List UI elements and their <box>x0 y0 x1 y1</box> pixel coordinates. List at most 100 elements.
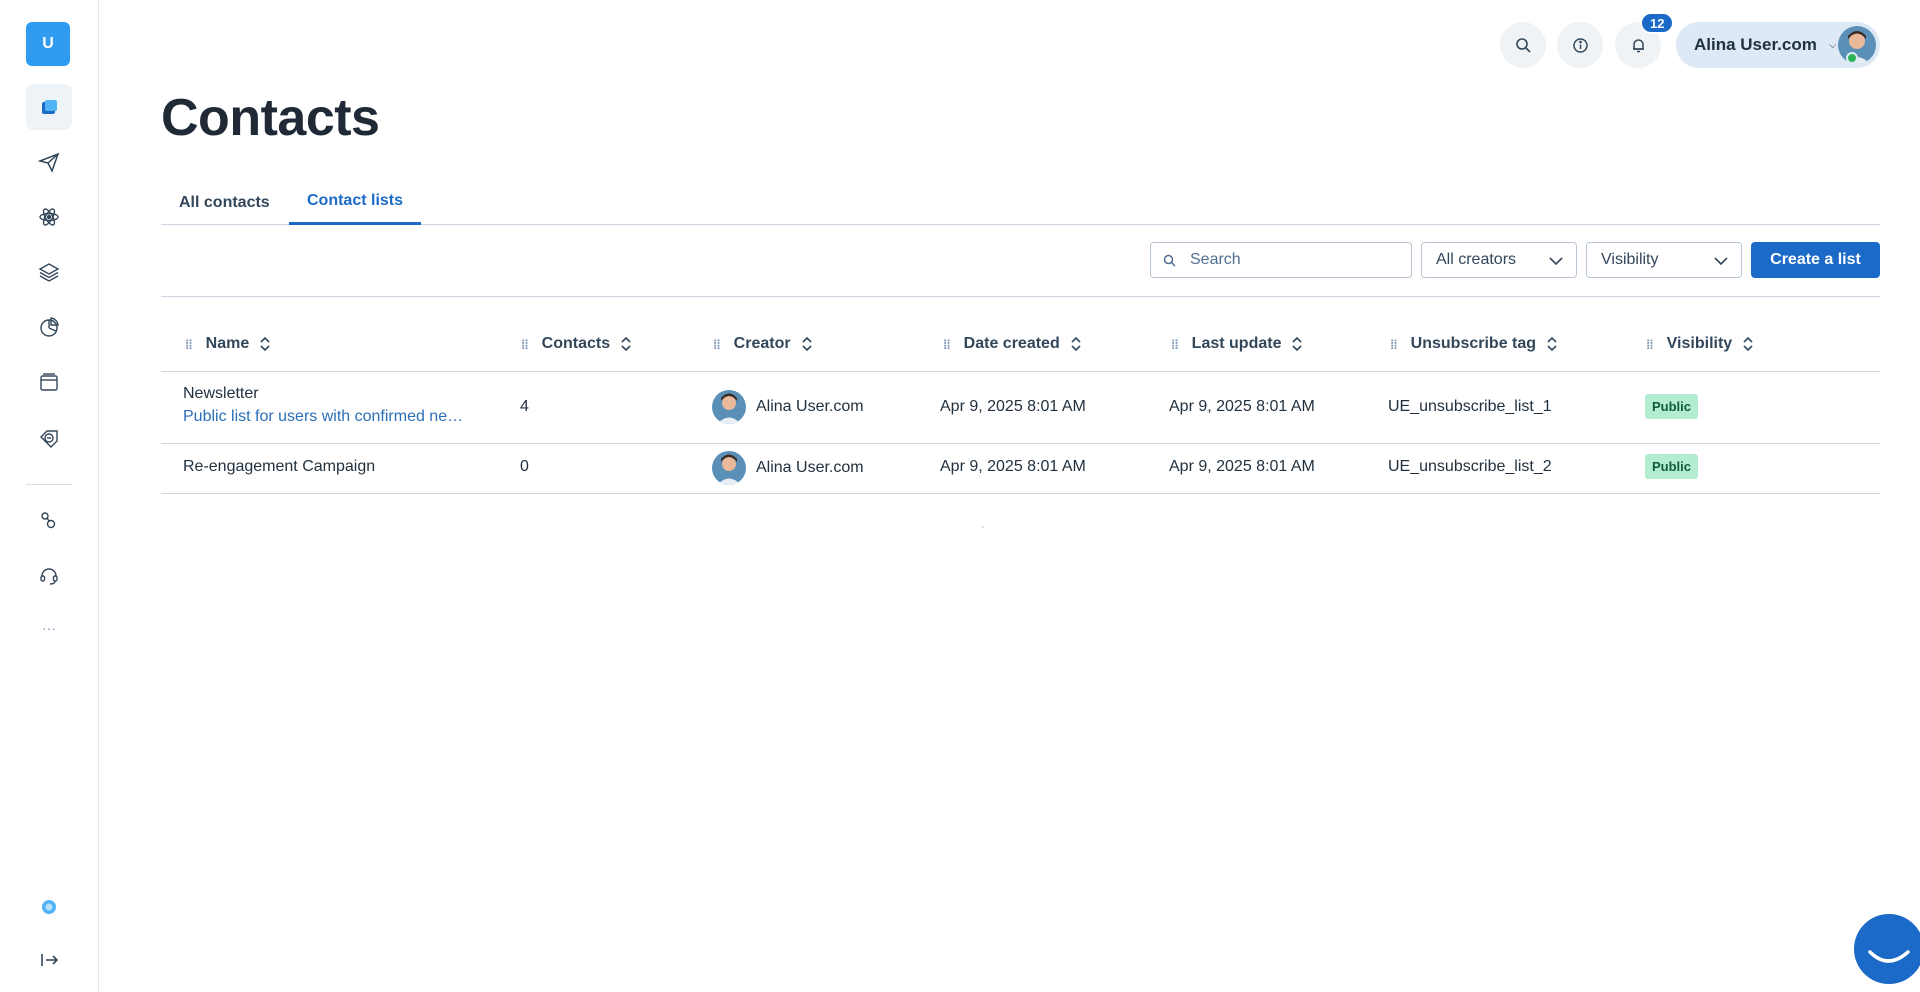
table-row[interactable]: Newsletter Public list for users with co… <box>161 372 1880 444</box>
sidebar: U ··· <box>0 0 99 992</box>
info-icon <box>1572 37 1588 53</box>
column-label: Contacts <box>541 335 611 352</box>
creator-name: Alina User.com <box>756 398 864 415</box>
drag-handle-icon[interactable]: ⁞⁞ <box>713 337 721 352</box>
column-label: Last update <box>1191 335 1282 352</box>
search-input[interactable] <box>1190 251 1400 269</box>
drag-handle-icon[interactable]: ⁞⁞ <box>1390 337 1398 352</box>
column-header-creator[interactable]: ⁞⁞ Creator <box>713 316 813 372</box>
column-header-name[interactable]: ⁞⁞ Name <box>185 316 271 372</box>
visibility-filter-dropdown[interactable]: Visibility <box>1586 242 1742 278</box>
user-name: Alina User.com <box>1694 35 1817 54</box>
column-label: Date created <box>963 335 1060 352</box>
search-field[interactable] <box>1150 242 1412 278</box>
notification-count-badge: 12 <box>1640 12 1675 34</box>
window-icon <box>40 373 58 391</box>
sidebar-item-campaigns[interactable] <box>26 139 72 185</box>
tab-all-contacts[interactable]: All contacts <box>161 180 288 225</box>
sidebar-item-pages[interactable] <box>26 359 72 405</box>
create-list-button[interactable]: Create a list <box>1751 242 1880 278</box>
unsubscribe-tag: UE_unsubscribe_list_2 <box>1388 458 1552 475</box>
list-name-link[interactable]: Newsletter <box>183 385 259 403</box>
creators-filter-label: All creators <box>1436 251 1517 268</box>
column-label: Unsubscribe tag <box>1410 335 1537 352</box>
headset-icon <box>40 568 58 585</box>
sort-icon[interactable] <box>801 335 813 353</box>
chat-icon <box>1868 950 1910 963</box>
sort-icon[interactable] <box>1546 335 1558 353</box>
column-header-unsubscribe-tag[interactable]: ⁞⁞ Unsubscribe tag <box>1390 316 1558 372</box>
sort-icon[interactable] <box>1742 335 1754 353</box>
visibility-filter-label: Visibility <box>1601 251 1659 268</box>
loading-indicator <box>982 526 984 528</box>
bell-icon <box>1632 38 1644 52</box>
sidebar-item-help[interactable] <box>26 884 72 930</box>
sidebar-item-support[interactable] <box>26 552 72 598</box>
status-badge: Public <box>1645 454 1699 479</box>
layers-icon <box>38 263 60 282</box>
chevron-down-icon <box>1549 257 1563 266</box>
search-icon <box>1515 37 1531 53</box>
drag-handle-icon[interactable]: ⁞⁞ <box>521 337 529 352</box>
send-icon <box>38 152 60 173</box>
creator-name: Alina User.com <box>756 459 864 476</box>
date-created: Apr 9, 2025 8:01 AM <box>940 458 1086 475</box>
drag-handle-icon[interactable]: ⁞⁞ <box>943 337 951 352</box>
sort-icon[interactable] <box>259 335 271 353</box>
column-header-date-created[interactable]: ⁞⁞ Date created <box>943 316 1082 372</box>
column-label: Creator <box>733 335 791 352</box>
creator-cell: Alina User.com <box>712 390 864 424</box>
sort-icon[interactable] <box>620 335 632 353</box>
last-update: Apr 9, 2025 8:01 AM <box>1169 398 1315 415</box>
tab-bar: All contacts Contact lists <box>161 180 1880 225</box>
sidebar-item-integrations[interactable] <box>26 497 72 543</box>
column-label: Name <box>205 335 250 352</box>
integrations-icon <box>41 512 56 529</box>
column-header-contacts[interactable]: ⁞⁞ Contacts <box>521 316 632 372</box>
sidebar-item-data[interactable] <box>26 249 72 295</box>
contacts-icon <box>42 100 57 114</box>
chevron-down-icon: ⌵ <box>1828 39 1837 51</box>
sidebar-item-contacts[interactable] <box>26 84 72 130</box>
chat-launcher-button[interactable] <box>1854 914 1920 984</box>
atom-icon <box>39 208 59 226</box>
date-created: Apr 9, 2025 8:01 AM <box>940 398 1086 415</box>
sort-icon[interactable] <box>1070 335 1082 353</box>
online-status-dot <box>1846 52 1858 64</box>
user-menu[interactable]: Alina User.com ⌵ <box>1676 22 1880 68</box>
logout-icon <box>41 954 59 966</box>
tag-icon <box>40 430 58 448</box>
sort-icon[interactable] <box>1291 335 1303 353</box>
column-label: Visibility <box>1666 335 1733 352</box>
sidebar-divider <box>26 484 72 485</box>
creator-cell: Alina User.com <box>712 451 864 485</box>
contacts-count: 0 <box>520 458 529 475</box>
drag-handle-icon[interactable]: ⁞⁞ <box>1646 337 1654 352</box>
sidebar-item-deals[interactable] <box>26 414 72 460</box>
column-header-last-update[interactable]: ⁞⁞ Last update <box>1171 316 1303 372</box>
tab-contact-lists[interactable]: Contact lists <box>289 180 422 225</box>
more-icon[interactable]: ··· <box>26 605 72 651</box>
table-header: ⁞⁞ Name ⁞⁞ Contacts ⁞⁞ Creator ⁞⁞ Date c… <box>161 316 1880 372</box>
list-name-link[interactable]: Re-engagement Campaign <box>183 458 375 476</box>
creators-filter-dropdown[interactable]: All creators <box>1421 242 1577 278</box>
last-update: Apr 9, 2025 8:01 AM <box>1169 458 1315 475</box>
sidebar-item-reports[interactable] <box>26 304 72 350</box>
app-logo[interactable]: U <box>26 22 70 66</box>
sidebar-item-automation[interactable] <box>26 194 72 240</box>
column-header-visibility[interactable]: ⁞⁞ Visibility <box>1646 316 1754 372</box>
search-icon <box>1163 254 1176 267</box>
sidebar-item-expand[interactable] <box>26 937 72 983</box>
contacts-count: 4 <box>520 398 529 415</box>
global-search-button[interactable] <box>1500 22 1546 68</box>
avatar <box>712 390 746 424</box>
chevron-down-icon <box>1714 257 1728 266</box>
drag-handle-icon[interactable]: ⁞⁞ <box>1171 337 1179 352</box>
table-row[interactable]: Re-engagement Campaign 0 Alina User.com … <box>161 444 1880 494</box>
status-badge: Public <box>1645 394 1699 419</box>
info-button[interactable] <box>1557 22 1603 68</box>
unsubscribe-tag: UE_unsubscribe_list_1 <box>1388 398 1552 415</box>
drag-handle-icon[interactable]: ⁞⁞ <box>185 337 193 352</box>
list-description: Public list for users with confirmed new… <box>183 408 473 425</box>
pie-chart-icon <box>40 317 59 337</box>
